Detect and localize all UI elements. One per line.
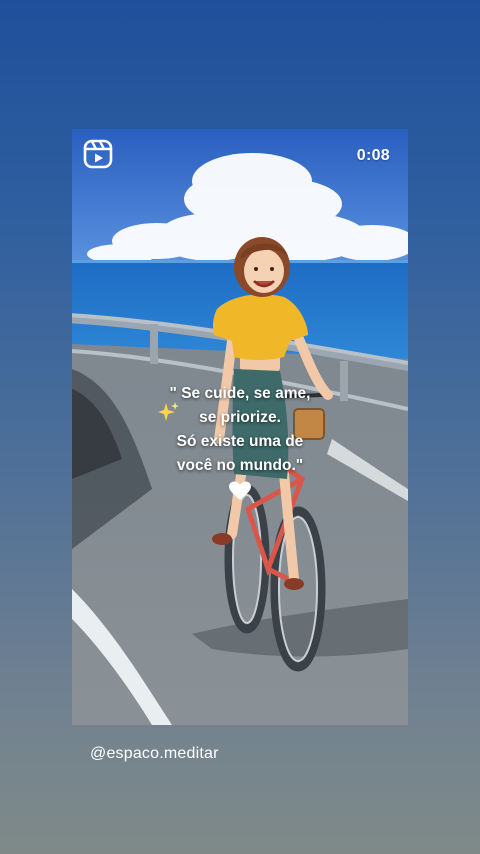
quote-text: " Se cuide, se ame, se priorize. Só exis… — [72, 382, 408, 478]
quote-line-4: você no mundo." — [176, 457, 304, 474]
quote-line-3: Só existe uma de — [176, 433, 304, 450]
reels-icon[interactable] — [83, 139, 113, 169]
reel-preview-card[interactable]: 0:08 " Se cuide, se ame, se priorize. Só… — [72, 129, 408, 725]
quote-line-2: se priorize. — [199, 409, 281, 426]
video-timer: 0:08 — [356, 147, 390, 164]
quote-line-1: " Se cuide, se ame, — [169, 385, 311, 402]
account-handle[interactable]: @espaco.meditar — [90, 745, 219, 763]
white-heart-icon — [229, 481, 251, 500]
sparkles-icon — [158, 402, 179, 421]
